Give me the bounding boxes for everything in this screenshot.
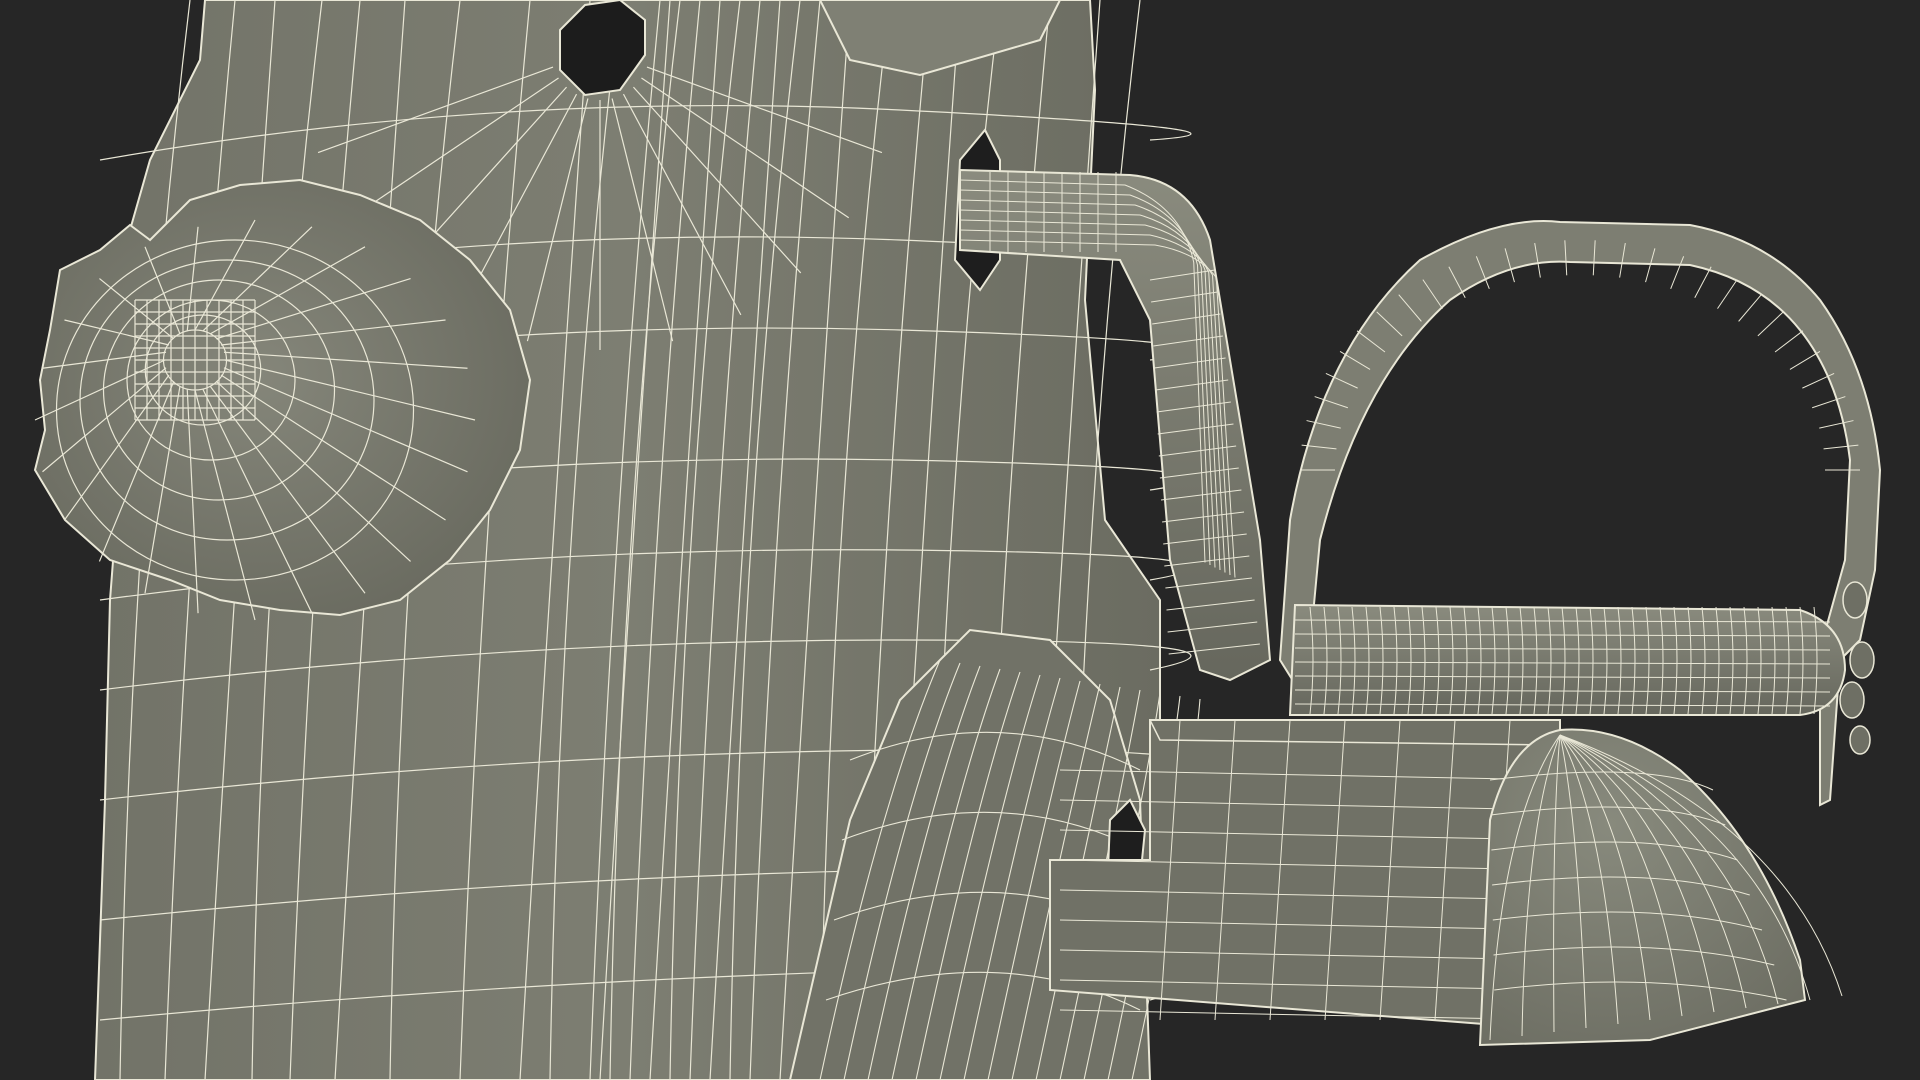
wireframe-render-viewport [0,0,1920,1080]
pedal [1278,220,1882,807]
foot-cap [1478,728,1843,1047]
wireframe-render-image [33,0,1882,1080]
